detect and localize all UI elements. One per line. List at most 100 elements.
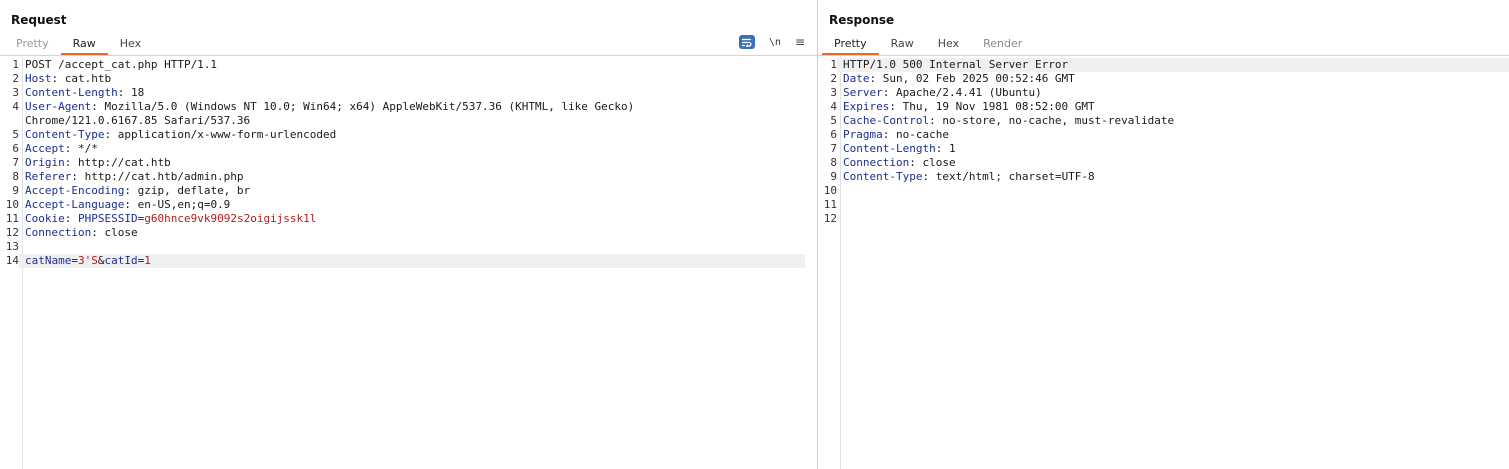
code-line: 10: [818, 184, 1509, 198]
line-text: HTTP/1.0 500 Internal Server Error: [843, 58, 1069, 71]
request-tab-pretty[interactable]: Pretty: [4, 34, 61, 53]
line-number: 10: [823, 184, 837, 197]
header-value: text/html; charset=UTF-8: [935, 170, 1095, 183]
line-content: Connection: close: [19, 226, 817, 240]
header-separator: :: [91, 226, 105, 239]
line-content: Origin: http://cat.htb: [19, 156, 817, 170]
header-value: gzip, deflate, br: [137, 184, 251, 197]
response-tabs: Pretty Raw Hex Render: [822, 34, 1034, 55]
line-content: Cookie: PHPSESSID=g60hnce9vk9092s2oigijs…: [19, 212, 817, 226]
line-number: 4: [12, 100, 19, 113]
line-content: [19, 240, 817, 254]
line-number: 12: [5, 226, 19, 239]
response-tab-hex[interactable]: Hex: [926, 34, 971, 53]
param-equals: =: [71, 254, 78, 267]
code-line: 8 Connection: close: [818, 156, 1509, 170]
line-content: Content-Type: application/x-www-form-url…: [19, 128, 817, 142]
line-content: HTTP/1.0 500 Internal Server Error: [837, 58, 1509, 72]
line-number: 5: [12, 128, 19, 141]
header-name: Accept: [25, 142, 65, 155]
header-name: Cache-Control: [843, 114, 930, 127]
line-text: POST /accept_cat.php HTTP/1.1: [25, 58, 218, 71]
header-separator: :: [882, 86, 896, 99]
show-newlines-button[interactable]: \n: [769, 37, 781, 48]
menu-icon[interactable]: ≡: [795, 36, 805, 48]
header-name: Content-Type: [25, 128, 105, 141]
header-separator: :: [64, 156, 78, 169]
header-value: no-store, no-cache, must-revalidate: [942, 114, 1175, 127]
code-line: 4 User-Agent: Mozilla/5.0 (Windows NT 10.…: [0, 100, 817, 114]
line-number: 7: [12, 156, 19, 169]
header-separator: :: [882, 128, 896, 141]
header-value: Sun, 02 Feb 2025 00:52:46 GMT: [882, 72, 1075, 85]
line-number: 10: [5, 198, 19, 211]
request-tabs: Pretty Raw Hex: [4, 34, 153, 55]
line-number: 11: [5, 212, 19, 225]
line-number: 14: [5, 254, 19, 267]
header-name: Accept-Language: [25, 198, 125, 211]
header-name: Content-Type: [843, 170, 923, 183]
param-value: 1: [144, 254, 151, 267]
header-separator: :: [869, 72, 883, 85]
header-value: */*: [78, 142, 98, 155]
line-number: 2: [830, 72, 837, 85]
line-number: 8: [12, 170, 19, 183]
line-content: POST /accept_cat.php HTTP/1.1: [19, 58, 817, 72]
param-name: catName: [25, 254, 72, 267]
code-line: 9 Content-Type: text/html; charset=UTF-8: [818, 170, 1509, 184]
header-value: 1: [948, 142, 956, 155]
response-title: Response: [829, 13, 895, 27]
header-name: Host: [25, 72, 52, 85]
line-number: 4: [830, 100, 837, 113]
response-tab-raw[interactable]: Raw: [879, 34, 926, 53]
line-content: Date: Sun, 02 Feb 2025 00:52:46 GMT: [837, 72, 1509, 86]
line-number: 9: [12, 184, 19, 197]
line-number: 1: [830, 58, 837, 71]
request-tab-hex[interactable]: Hex: [108, 34, 153, 53]
response-tab-render[interactable]: Render: [971, 34, 1034, 53]
header-value: Thu, 19 Nov 1981 08:52:00 GMT: [902, 100, 1095, 113]
line-content: Pragma: no-cache: [837, 128, 1509, 142]
header-name: Referer: [25, 170, 72, 183]
code-line: 11: [818, 198, 1509, 212]
line-content: Host: cat.htb: [19, 72, 817, 86]
request-editor[interactable]: 1 POST /accept_cat.php HTTP/1.1 2 Host: cat…: [0, 58, 817, 268]
word-wrap-icon[interactable]: [738, 35, 755, 49]
code-line: 5 Cache-Control: no-store, no-cache, must…: [818, 114, 1509, 128]
header-value: no-cache: [896, 128, 949, 141]
header-separator: :: [64, 142, 78, 155]
header-name: Content-Length: [843, 142, 936, 155]
header-name: Content-Length: [25, 86, 118, 99]
line-content: Content-Length: 1: [837, 142, 1509, 156]
line-number: 9: [830, 170, 837, 183]
code-line: 3 Content-Length: 18: [0, 86, 817, 100]
response-editor[interactable]: 1 HTTP/1.0 500 Internal Server Error 2 Date…: [818, 58, 1509, 226]
line-number: 3: [12, 86, 19, 99]
line-number: 6: [830, 128, 837, 141]
request-tab-raw[interactable]: Raw: [60, 34, 108, 55]
param-value: 3'S: [77, 254, 98, 267]
code-line: 8 Referer: http://cat.htb/admin.php: [0, 170, 817, 184]
cookie-name: PHPSESSID: [78, 212, 138, 225]
response-tab-pretty[interactable]: Pretty: [822, 34, 879, 55]
header-separator: :: [922, 170, 936, 183]
line-number: 8: [830, 156, 837, 169]
header-name: Server: [843, 86, 883, 99]
header-name: Cookie: [25, 212, 65, 225]
request-tab-divider: [0, 55, 817, 56]
header-value: cat.htb: [64, 72, 112, 85]
header-name: Accept-Encoding: [25, 184, 125, 197]
header-name: Origin: [25, 156, 65, 169]
code-line: 2 Date: Sun, 02 Feb 2025 00:52:46 GMT: [818, 72, 1509, 86]
request-pane: Request Pretty Raw Hex \n ≡ 1 POST /accep…: [0, 0, 817, 469]
header-separator: :: [117, 86, 131, 99]
line-content: [837, 212, 1509, 226]
request-title: Request: [11, 13, 67, 27]
header-value: en-US,en;q=0.9: [137, 198, 231, 211]
line-number: 2: [12, 72, 19, 85]
header-separator: :: [935, 142, 949, 155]
line-number: 7: [830, 142, 837, 155]
header-name: Connection: [843, 156, 910, 169]
line-number: 5: [830, 114, 837, 127]
header-separator: :: [929, 114, 943, 127]
